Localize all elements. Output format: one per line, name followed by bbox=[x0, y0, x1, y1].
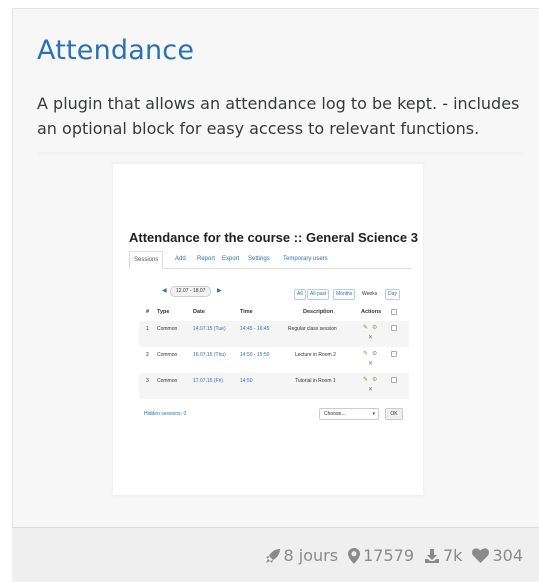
row-date: 17.07.15 (Fri) bbox=[193, 378, 224, 384]
caret-down-icon: ▾ bbox=[372, 411, 375, 417]
col-type: Type bbox=[157, 309, 170, 315]
tab-settings: Settings bbox=[248, 256, 270, 262]
table-row: 1 Common 14.07.15 (Tue) 14:45 - 16:45 Re… bbox=[139, 321, 409, 347]
stat-sites: 17579 bbox=[348, 546, 414, 565]
favourites-value: 304 bbox=[492, 546, 523, 565]
row-type: Common bbox=[157, 352, 178, 358]
description-divider bbox=[37, 152, 525, 158]
select-value: Choose... bbox=[324, 411, 346, 417]
view-all: All bbox=[294, 289, 306, 300]
preview-title: Attendance for the course :: General Sci… bbox=[129, 230, 418, 245]
edit-icon: ✎ bbox=[363, 325, 369, 331]
row-checkbox bbox=[391, 377, 397, 383]
next-week-icon: ▶ bbox=[217, 288, 222, 294]
download-icon bbox=[425, 548, 439, 563]
row-checkbox bbox=[391, 351, 397, 357]
col-date: Date bbox=[193, 309, 205, 315]
hidden-sessions-link: Hidden sessions: 0 bbox=[144, 411, 187, 417]
gear-icon: ⚙ bbox=[372, 351, 378, 357]
plugin-screenshot[interactable]: Attendance for the course :: General Sci… bbox=[113, 164, 423, 495]
table-row: 2 Common 16.07.15 (Thu) 14:50 - 15:50 Le… bbox=[139, 347, 409, 373]
col-description: Description bbox=[303, 309, 334, 315]
col-actions: Actions bbox=[361, 309, 382, 315]
row-number: 1 bbox=[146, 326, 149, 332]
prev-week-icon: ◀ bbox=[162, 288, 167, 294]
delete-icon: ✕ bbox=[368, 335, 374, 341]
row-description: Tutorial in Room 1 bbox=[295, 378, 336, 384]
row-time: 14:45 - 16:45 bbox=[240, 326, 270, 332]
col-number: # bbox=[146, 309, 150, 315]
row-checkbox bbox=[391, 325, 397, 331]
row-number: 2 bbox=[146, 352, 149, 358]
stat-age: 8 jours bbox=[265, 546, 339, 565]
view-weeks: Weeks bbox=[362, 291, 378, 297]
stat-downloads: 7k bbox=[424, 546, 462, 565]
map-marker-icon bbox=[348, 547, 361, 564]
downloads-value: 7k bbox=[443, 546, 463, 565]
tab-sessions: Sessions bbox=[129, 251, 164, 269]
edit-icon: ✎ bbox=[363, 377, 369, 383]
select-all-checkbox bbox=[391, 309, 397, 315]
date-range: 12.07 - 18.07 bbox=[170, 286, 212, 297]
view-all-past: All past bbox=[307, 289, 330, 300]
tab-report: Report bbox=[197, 256, 216, 262]
row-number: 3 bbox=[146, 378, 149, 384]
stat-favourites: 304 bbox=[472, 546, 523, 565]
ok-button: OK bbox=[385, 408, 403, 420]
plugin-description: A plugin that allows an attendance log t… bbox=[37, 94, 520, 138]
row-description: Lecture in Room 2 bbox=[295, 352, 336, 358]
bulk-action-select: Choose... ▾ bbox=[319, 408, 379, 420]
view-months: Months bbox=[333, 289, 356, 300]
edit-icon: ✎ bbox=[363, 351, 369, 357]
row-time: 14:50 - 15:50 bbox=[240, 352, 270, 358]
row-date: 16.07.15 (Thu) bbox=[193, 352, 226, 358]
table-row: 3 Common 17.07.15 (Fri) 14:50 Tutorial i… bbox=[139, 373, 409, 399]
view-day: Day bbox=[385, 289, 400, 300]
heart-icon bbox=[472, 548, 490, 563]
tab-add: Add bbox=[175, 256, 186, 262]
gear-icon: ⚙ bbox=[372, 377, 378, 383]
delete-icon: ✕ bbox=[368, 361, 374, 367]
card-footer: 8 jours 17579 7k 304 bbox=[12, 527, 539, 582]
row-type: Common bbox=[157, 326, 178, 332]
tab-export: Export bbox=[222, 256, 240, 262]
row-time: 14:50 bbox=[240, 378, 253, 384]
plugin-title[interactable]: Attendance bbox=[37, 35, 194, 66]
age-value: 8 jours bbox=[283, 546, 339, 565]
sites-value: 17579 bbox=[363, 546, 414, 565]
col-time: Time bbox=[240, 309, 253, 315]
row-date: 14.07.15 (Tue) bbox=[193, 326, 226, 332]
row-type: Common bbox=[157, 378, 178, 384]
tab-temporary-users: Temporary users bbox=[283, 256, 328, 262]
row-description: Regular class session bbox=[288, 326, 337, 332]
plugin-stats: 8 jours 17579 7k 304 bbox=[255, 546, 523, 565]
delete-icon: ✕ bbox=[368, 387, 374, 393]
gear-icon: ⚙ bbox=[372, 325, 378, 331]
preview-tabs: Sessions Add Report Export Settings Temp… bbox=[129, 251, 412, 269]
rocket-icon bbox=[265, 548, 280, 563]
